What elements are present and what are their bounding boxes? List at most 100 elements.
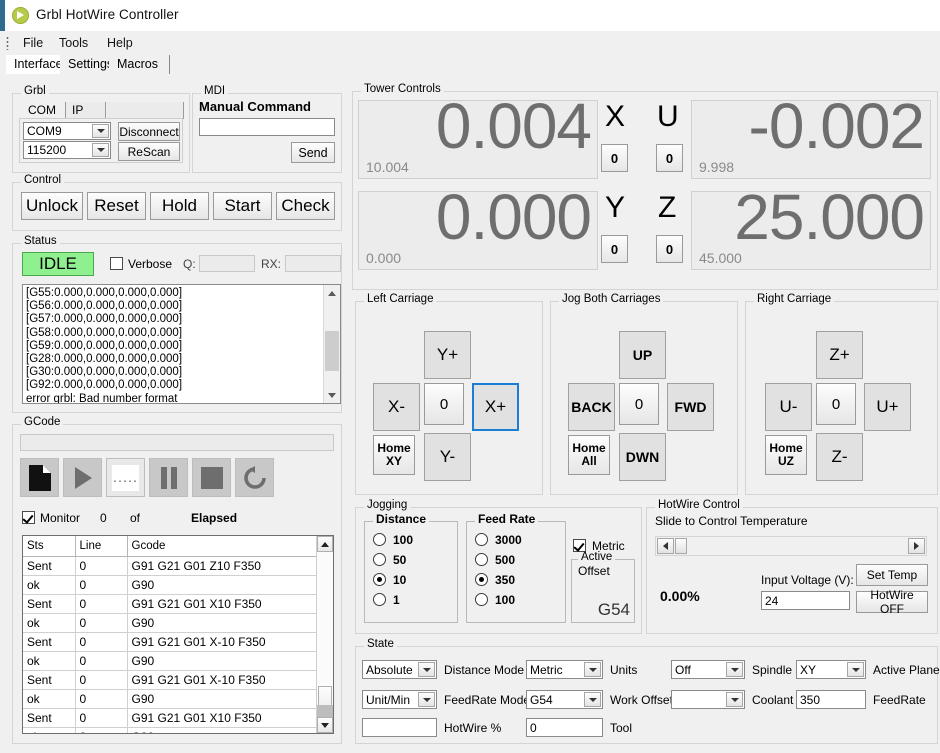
right-carriage-zminus-button[interactable]: Z- xyxy=(816,433,863,481)
jog-both-zero-button[interactable]: 0 xyxy=(619,383,659,425)
zero-x-button[interactable]: 0 xyxy=(601,144,628,172)
scroll-down-icon[interactable] xyxy=(324,387,340,403)
grbl-tab-com[interactable]: COM xyxy=(19,102,66,119)
left-carriage-home-xy-button[interactable]: Home XY xyxy=(373,435,415,475)
chevron-down-icon[interactable] xyxy=(584,662,601,677)
active-plane-select[interactable]: XY xyxy=(796,660,866,679)
menu-item-tools[interactable]: Tools xyxy=(52,35,95,52)
column-header-line[interactable]: Line xyxy=(75,536,128,557)
chevron-down-icon[interactable] xyxy=(847,662,864,677)
scroll-up-icon[interactable] xyxy=(324,285,340,301)
table-row[interactable]: ok0G90 xyxy=(23,689,317,709)
distance-radio-10[interactable] xyxy=(373,573,386,586)
jog-both-home-all-button[interactable]: Home All xyxy=(568,435,610,475)
chevron-down-icon[interactable] xyxy=(92,143,109,157)
hold-button[interactable]: Hold xyxy=(150,192,209,220)
start-button[interactable]: Start xyxy=(213,192,272,220)
work-offset-select[interactable]: G54 xyxy=(526,690,603,709)
table-row[interactable]: Sent 0 G91 G21 G01 X-10 F350 xyxy=(23,632,317,652)
manual-command-input[interactable] xyxy=(199,118,335,136)
slider-right-arrow-icon[interactable] xyxy=(908,538,925,554)
slider-thumb[interactable] xyxy=(675,538,687,554)
tool-field[interactable]: 0 xyxy=(526,718,603,737)
chevron-down-icon[interactable] xyxy=(92,124,109,138)
verbose-checkbox[interactable] xyxy=(110,257,123,270)
check-button[interactable]: Check xyxy=(276,192,335,220)
table-row[interactable]: ok0G90 xyxy=(23,575,317,595)
left-carriage-xplus-button[interactable]: X+ xyxy=(472,383,519,431)
zero-y-button[interactable]: 0 xyxy=(601,235,628,263)
zero-z-button[interactable]: 0 xyxy=(656,235,683,263)
zero-u-button[interactable]: 0 xyxy=(656,144,683,172)
disconnect-button[interactable]: Disconnect xyxy=(118,122,180,141)
stop-button[interactable] xyxy=(192,458,231,497)
distance-radio-50[interactable] xyxy=(373,553,386,566)
hotwire-toggle-button[interactable]: HotWire OFF xyxy=(856,588,928,616)
hotwire-temperature-slider[interactable] xyxy=(655,536,927,556)
coolant-select[interactable] xyxy=(671,690,745,709)
unlock-button[interactable]: Unlock xyxy=(21,192,83,220)
left-carriage-zero-button[interactable]: 0 xyxy=(424,383,464,425)
table-row[interactable]: Sent 0 G91 G21 G01 X-10 F350 xyxy=(23,670,317,690)
step-button[interactable]: ․․․․․ xyxy=(106,458,145,497)
table-row[interactable]: ok0G90 xyxy=(23,727,317,733)
baud-rate-select[interactable]: 115200 xyxy=(23,141,111,159)
left-carriage-yminus-button[interactable]: Y- xyxy=(424,433,471,481)
menu-item-file[interactable]: File xyxy=(16,35,50,52)
monitor-checkbox[interactable] xyxy=(22,511,35,524)
chevron-down-icon[interactable] xyxy=(418,662,435,677)
feedrate-radio-350[interactable] xyxy=(475,573,488,586)
table-row[interactable]: ok0G90 xyxy=(23,613,317,633)
tab-macros[interactable]: Macros xyxy=(109,55,170,74)
chevron-down-icon[interactable] xyxy=(726,692,743,707)
left-carriage-yplus-button[interactable]: Y+ xyxy=(424,331,471,379)
feedrate-mode-select[interactable]: Unit/Min xyxy=(362,690,437,709)
reset-program-button[interactable] xyxy=(235,458,274,497)
right-carriage-uplus-button[interactable]: U+ xyxy=(864,383,911,431)
right-carriage-zero-button[interactable]: 0 xyxy=(816,383,856,425)
right-carriage-zplus-button[interactable]: Z+ xyxy=(816,331,863,379)
table-row[interactable]: Sent 0 G91 G21 G01 Z10 F350 xyxy=(23,556,317,576)
pause-button[interactable] xyxy=(149,458,188,497)
run-button[interactable] xyxy=(63,458,102,497)
gcode-table[interactable]: Sts Line Gcode Sent 0 G91 G21 G01 Z10 F350… xyxy=(22,535,334,734)
distance-radio-1[interactable] xyxy=(373,593,386,606)
jog-both-back-button[interactable]: BACK xyxy=(568,383,615,431)
com-port-select[interactable]: COM9 xyxy=(23,122,111,140)
menu-item-help[interactable]: Help xyxy=(100,35,140,52)
status-console-scrollbar[interactable] xyxy=(323,285,340,403)
chevron-down-icon[interactable] xyxy=(418,692,435,707)
send-button[interactable]: Send xyxy=(291,142,335,163)
feedrate-radio-100[interactable] xyxy=(475,593,488,606)
jog-both-dwn-button[interactable]: DWN xyxy=(619,433,666,481)
feedrate-radio-3000[interactable] xyxy=(475,533,488,546)
column-header-sts[interactable]: Sts xyxy=(23,536,76,557)
grbl-tab-ip[interactable]: IP xyxy=(66,102,106,119)
jog-both-fwd-button[interactable]: FWD xyxy=(667,383,714,431)
scroll-up-icon[interactable] xyxy=(317,536,333,552)
left-carriage-xminus-button[interactable]: X- xyxy=(373,383,420,431)
set-temp-button[interactable]: Set Temp xyxy=(856,564,928,586)
slider-left-arrow-icon[interactable] xyxy=(657,538,674,554)
distance-radio-100[interactable] xyxy=(373,533,386,546)
open-file-button[interactable] xyxy=(20,458,59,497)
hotwire-percent-field[interactable] xyxy=(362,718,437,737)
right-carriage-uminus-button[interactable]: U- xyxy=(765,383,812,431)
status-console[interactable]: [G55:0.000,0.000,0.000,0.000] [G56:0.000… xyxy=(22,284,341,404)
distance-mode-select[interactable]: Absolute xyxy=(362,660,437,679)
scroll-down-icon[interactable] xyxy=(317,717,333,733)
chevron-down-icon[interactable] xyxy=(726,662,743,677)
table-row[interactable]: Sent 0 G91 G21 G01 X10 F350 xyxy=(23,594,317,614)
rescan-button[interactable]: ReScan xyxy=(118,142,180,161)
right-carriage-home-uz-button[interactable]: Home UZ xyxy=(765,435,807,475)
feedrate-radio-500[interactable] xyxy=(475,553,488,566)
spindle-select[interactable]: Off xyxy=(671,660,745,679)
table-row[interactable]: Sent 0 G91 G21 G01 X10 F350 xyxy=(23,708,317,728)
table-row[interactable]: ok0G90 xyxy=(23,651,317,671)
units-select[interactable]: Metric xyxy=(526,660,603,679)
column-header-gcode[interactable]: Gcode xyxy=(127,536,317,557)
input-voltage-field[interactable]: 24 xyxy=(761,591,850,610)
chevron-down-icon[interactable] xyxy=(584,692,601,707)
scrollbar-thumb[interactable] xyxy=(325,331,339,371)
reset-button[interactable]: Reset xyxy=(87,192,146,220)
